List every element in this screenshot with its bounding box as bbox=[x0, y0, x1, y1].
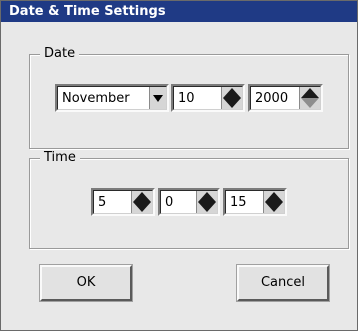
spin-down-icon[interactable] bbox=[198, 202, 216, 212]
minute-spin-buttons[interactable] bbox=[196, 191, 217, 213]
second-value: 15 bbox=[230, 195, 247, 210]
spin-up-icon[interactable] bbox=[198, 192, 216, 202]
dropdown-arrow-icon bbox=[153, 94, 163, 102]
date-group: Date November 10 2000 bbox=[29, 46, 349, 149]
hour-spinbox[interactable]: 5 bbox=[91, 188, 155, 216]
spin-down-icon[interactable] bbox=[133, 202, 151, 212]
second-spin-buttons[interactable] bbox=[263, 191, 284, 213]
year-spinbox[interactable]: 2000 bbox=[248, 84, 323, 112]
year-spin-buttons[interactable] bbox=[299, 87, 320, 109]
time-group-label: Time bbox=[40, 150, 80, 166]
month-dropdown-button[interactable] bbox=[149, 87, 166, 109]
spin-down-icon[interactable] bbox=[223, 98, 241, 108]
hour-value: 5 bbox=[98, 195, 107, 210]
minute-value: 0 bbox=[165, 195, 174, 210]
day-spin-buttons[interactable] bbox=[221, 87, 242, 109]
spin-up-icon[interactable] bbox=[223, 88, 241, 98]
spin-up-icon[interactable] bbox=[301, 88, 319, 98]
day-spinbox[interactable]: 10 bbox=[171, 84, 245, 112]
spin-down-icon[interactable] bbox=[301, 98, 319, 108]
minute-spinbox[interactable]: 0 bbox=[158, 188, 220, 216]
time-group: Time 5 0 15 bbox=[29, 150, 349, 249]
date-time-settings-dialog: Date & Time Settings Date November 10 20… bbox=[0, 0, 358, 331]
month-select[interactable]: November bbox=[55, 84, 169, 112]
spin-up-icon[interactable] bbox=[265, 192, 283, 202]
second-spinbox[interactable]: 15 bbox=[223, 188, 287, 216]
year-value: 2000 bbox=[255, 91, 289, 106]
cancel-button[interactable]: Cancel bbox=[237, 265, 329, 301]
spin-up-icon[interactable] bbox=[133, 192, 151, 202]
day-value: 10 bbox=[178, 91, 195, 106]
hour-spin-buttons[interactable] bbox=[131, 191, 152, 213]
ok-button[interactable]: OK bbox=[40, 265, 132, 301]
month-value: November bbox=[62, 91, 130, 106]
window-title: Date & Time Settings bbox=[1, 1, 357, 22]
date-group-label: Date bbox=[40, 46, 80, 62]
spin-down-icon[interactable] bbox=[265, 202, 283, 212]
